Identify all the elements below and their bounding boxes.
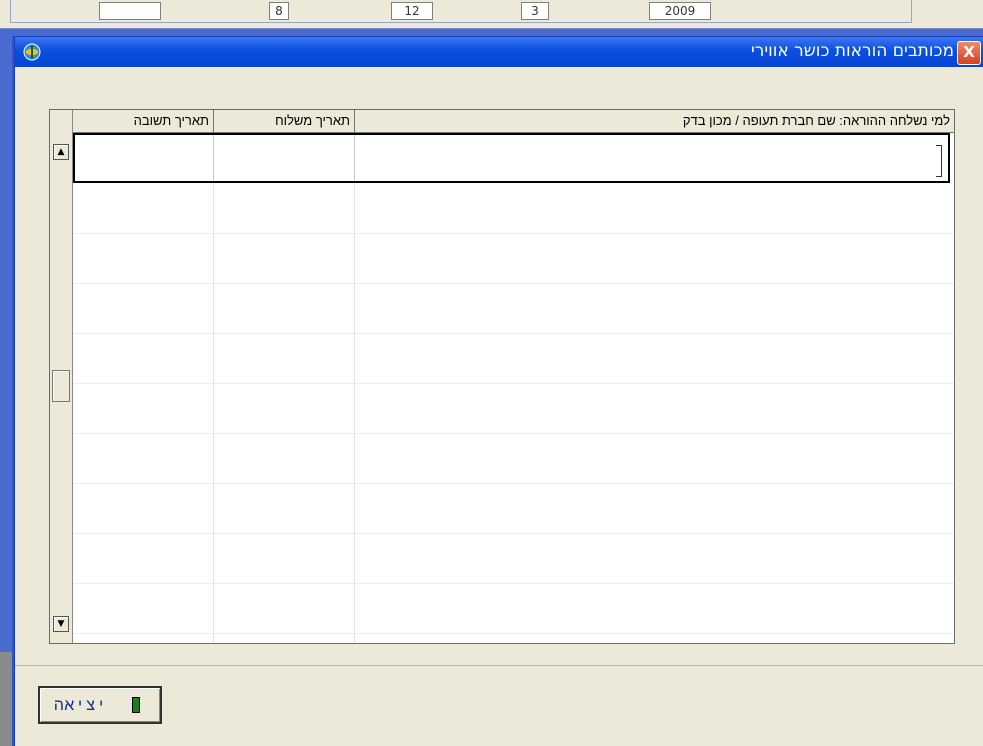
button-bar: יציאה (15, 665, 983, 746)
table-body[interactable] (73, 133, 954, 643)
row-divider (73, 433, 954, 434)
header-reply-date[interactable]: תאריך תשובה (73, 110, 213, 132)
table-header: תאריך תשובה תאריך משלוח למי נשלחה ההוראה… (73, 110, 954, 133)
header-sent-date[interactable]: תאריך משלוח (213, 110, 354, 132)
background-toolbar: 8 12 3 2009 (0, 0, 983, 29)
exit-button[interactable]: יציאה (38, 686, 162, 724)
header-recipient[interactable]: למי נשלחה ההוראה: שם חברת תעופה / מכון ב… (354, 110, 954, 132)
dialog-title: מכותבים הוראות כושר אווירי (750, 41, 954, 61)
text-cursor-icon (936, 145, 942, 177)
background-field-year[interactable]: 2009 (649, 2, 711, 20)
cell-divider (354, 135, 355, 181)
title-bar[interactable]: מכותבים הוראות כושר אווירי X (15, 37, 983, 67)
row-divider (73, 483, 954, 484)
row-divider (73, 633, 954, 634)
recipients-grid: ▲ ▼ תאריך תשובה תאריך משלוח למי נשלחה הה… (49, 109, 955, 644)
door-exit-icon (132, 697, 140, 713)
row-divider (73, 583, 954, 584)
column-divider (354, 133, 355, 643)
row-divider (73, 533, 954, 534)
recipients-dialog: מכותבים הוראות כושר אווירי X ▲ ▼ תאריך ת… (14, 36, 983, 746)
scroll-up-arrow-icon[interactable]: ▲ (53, 144, 69, 160)
row-divider (73, 233, 954, 234)
cell-divider (213, 135, 214, 181)
exit-button-label: יציאה (54, 695, 108, 714)
vertical-scrollbar[interactable]: ▲ ▼ (50, 110, 73, 643)
background-field-number[interactable]: 12 (391, 2, 433, 20)
background-field[interactable] (99, 2, 161, 20)
active-table-row[interactable] (73, 133, 950, 183)
background-edge (917, 0, 983, 28)
background-form: 8 12 3 2009 (10, 0, 912, 23)
close-button[interactable]: X (957, 41, 981, 65)
row-divider (73, 383, 954, 384)
row-divider (73, 283, 954, 284)
scroll-down-arrow-icon[interactable]: ▼ (53, 616, 69, 632)
background-field-month[interactable]: 3 (521, 2, 549, 20)
scroll-thumb[interactable] (52, 370, 70, 402)
app-globe-icon (23, 43, 41, 61)
row-divider (73, 333, 954, 334)
column-divider (213, 133, 214, 643)
background-field-days[interactable]: 8 (269, 2, 289, 20)
